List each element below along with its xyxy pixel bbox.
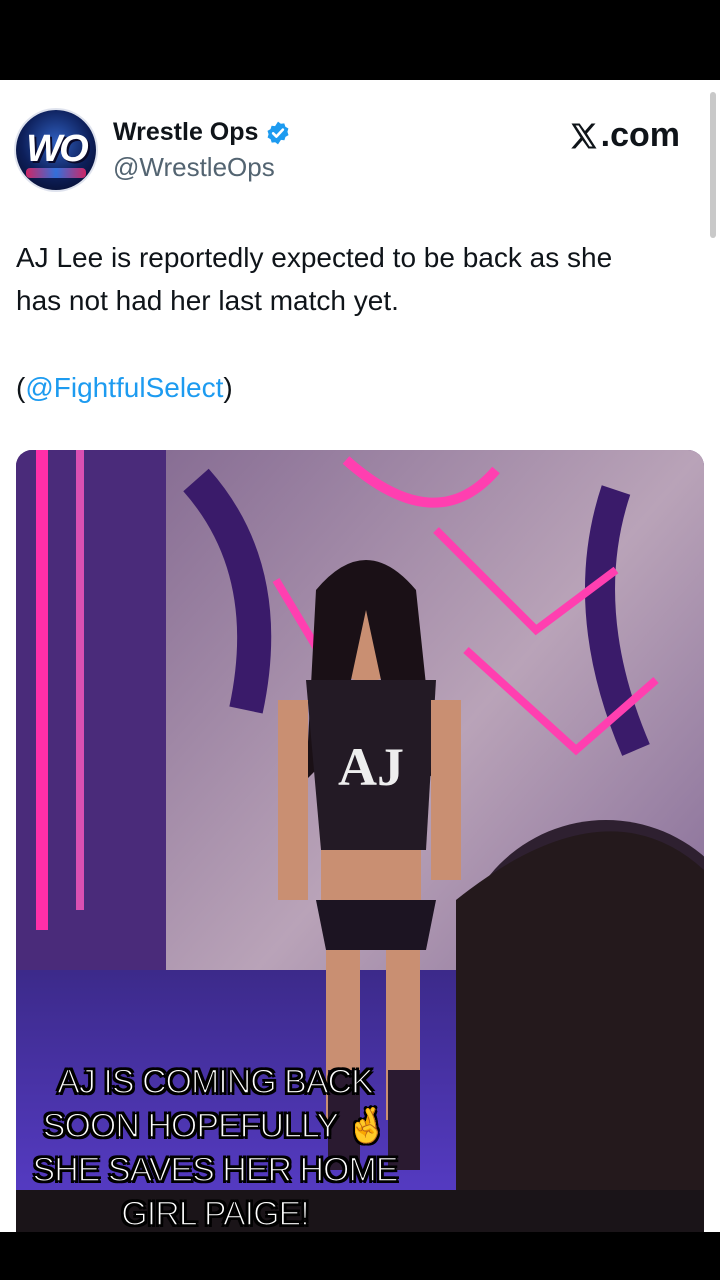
- author-name-row: Wrestle Ops: [113, 118, 291, 147]
- author-name[interactable]: Wrestle Ops: [113, 118, 258, 147]
- caption-line: AJ IS COMING BACK: [57, 1062, 375, 1102]
- verified-badge-icon: [267, 121, 289, 144]
- tweet-text-line: has not had her last match yet.: [16, 285, 399, 316]
- author-handle[interactable]: @WrestleOps: [113, 152, 275, 183]
- caption-line: GIRL PAIGE!: [121, 1194, 311, 1232]
- avatar-logo: WO: [26, 128, 88, 170]
- tweet-text: AJ Lee is reportedly expected to be back…: [16, 236, 696, 322]
- x-logo-icon: [570, 123, 597, 148]
- caption-line: SOON HOPEFULLY 🤞: [42, 1106, 389, 1146]
- source-open-paren: (: [16, 372, 26, 403]
- x-com-text: .com: [600, 116, 680, 154]
- avatar[interactable]: WO: [16, 110, 96, 190]
- caption-line: SHE SAVES HER HOME: [32, 1150, 399, 1190]
- svg-text:AJ: AJ: [338, 737, 404, 797]
- tweet-source: (@FightfulSelect): [16, 366, 233, 409]
- tweet-card: WO Wrestle Ops @WrestleOps .com AJ Lee i…: [0, 80, 720, 1232]
- bottom-bar: [0, 1232, 720, 1280]
- source-close-paren: ): [223, 372, 233, 403]
- mention-link[interactable]: @FightfulSelect: [25, 372, 223, 403]
- avatar-glow: [26, 168, 86, 178]
- video-caption: AJ IS COMING BACK SOON HOPEFULLY 🤞 SHE S…: [0, 1060, 430, 1232]
- status-bar-area: [0, 0, 720, 80]
- scrollbar[interactable]: [710, 92, 716, 238]
- x-com-brand: .com: [569, 116, 680, 155]
- tweet-text-line: AJ Lee is reportedly expected to be back…: [16, 242, 613, 273]
